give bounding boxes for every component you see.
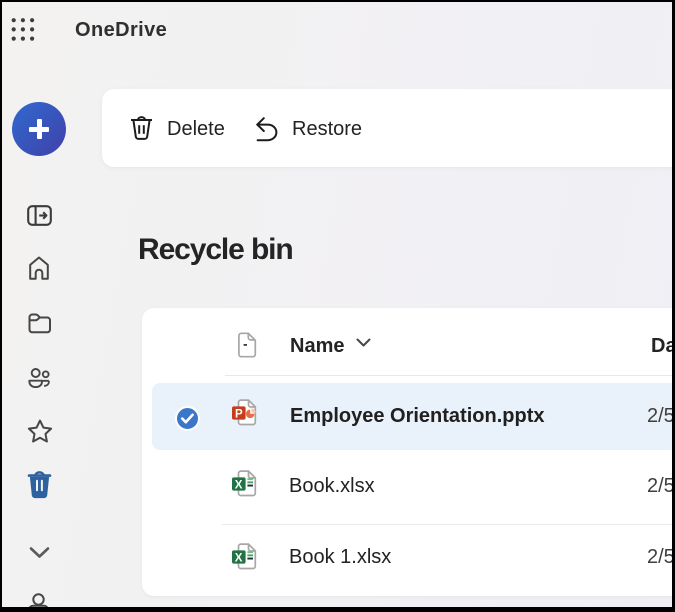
svg-text:P: P [235, 408, 243, 420]
svg-text:X: X [235, 479, 243, 491]
svg-text:X: X [235, 552, 243, 564]
